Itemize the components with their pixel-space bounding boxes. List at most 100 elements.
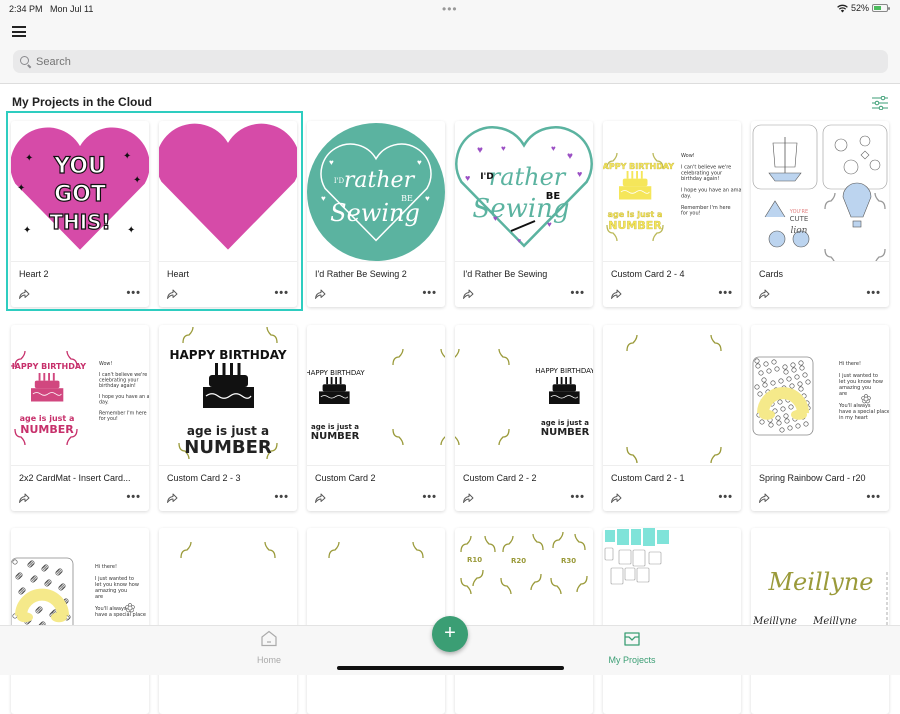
svg-text:are: are <box>95 594 103 600</box>
project-thumbnail[interactable]: HAPPY BIRTHDAY age is just a NUMBER Wow!… <box>11 325 149 466</box>
project-card[interactable]: I'D rather BE Sewing ♥ ♥ ♥ ♥ I'd Rather Be Sew… <box>307 121 445 307</box>
more-options-button[interactable]: ••• <box>422 287 437 299</box>
project-title: Custom Card 2 - 3 <box>167 473 241 483</box>
card-corners-artwork <box>626 334 722 464</box>
share-arrow-icon[interactable] <box>166 288 178 300</box>
plus-icon: + <box>444 622 456 644</box>
birthday-yellow-card-artwork: HAPPY BIRTHDAY age is just a NUMBER Wow!… <box>603 152 741 242</box>
project-thumbnail[interactable]: Hi there! I just wanted to let you know h… <box>751 325 889 466</box>
share-arrow-icon[interactable] <box>166 492 178 504</box>
multitasking-dots[interactable]: ••• <box>442 2 458 16</box>
svg-text:age is just a: age is just a <box>187 424 269 438</box>
project-thumbnail[interactable]: HAPPY BIRTHDAY age is just a NUMBER <box>159 325 297 466</box>
svg-text:✿: ✿ <box>125 601 135 615</box>
project-thumbnail[interactable]: HAPPY BIRTHDAY age is just a NUMBER <box>307 325 445 466</box>
share-arrow-icon[interactable] <box>18 492 30 504</box>
svg-text:NUMBER: NUMBER <box>184 437 272 458</box>
project-thumbnail[interactable]: HAPPY BIRTHDAY age is just a NUMBER <box>455 325 593 466</box>
share-arrow-icon[interactable] <box>610 288 622 300</box>
svg-text:for you!: for you! <box>99 416 118 422</box>
svg-text:lion: lion <box>791 226 808 236</box>
home-indicator[interactable] <box>337 666 564 670</box>
svg-text:age is just a: age is just a <box>608 210 663 219</box>
project-card[interactable]: HAPPY BIRTHDAY age is just a NUMBER Cust… <box>455 325 593 511</box>
more-options-button[interactable]: ••• <box>274 287 289 299</box>
project-card[interactable]: HAPPY BIRTHDAY age is just a NUMBER Cust… <box>159 325 297 511</box>
share-arrow-icon[interactable] <box>758 492 770 504</box>
svg-text:♥: ♥ <box>551 144 556 153</box>
home-icon <box>261 630 277 647</box>
more-options-button[interactable]: ••• <box>274 491 289 503</box>
project-card[interactable] <box>307 528 445 714</box>
tab-home[interactable]: Home <box>248 630 290 665</box>
svg-text:✦: ✦ <box>23 225 31 236</box>
svg-text:celebrating your: celebrating your <box>99 378 138 384</box>
share-arrow-icon[interactable] <box>462 492 474 504</box>
project-card[interactable]: HAPPY BIRTHDAY age is just a NUMBER Wow!… <box>603 121 741 307</box>
svg-text:GOT: GOT <box>54 182 106 207</box>
svg-text:age is just a: age is just a <box>20 414 75 423</box>
project-card[interactable]: YOU GOT THIS! ✦ ✦ ✦ ✦ ✦ ✦ Heart 2 ••• <box>11 121 149 307</box>
share-arrow-icon[interactable] <box>462 288 474 300</box>
more-options-button[interactable]: ••• <box>126 491 141 503</box>
more-options-button[interactable]: ••• <box>422 491 437 503</box>
svg-text:HAPPY BIRTHDAY: HAPPY BIRTHDAY <box>535 367 593 375</box>
project-title: I'd Rather Be Sewing <box>463 269 548 279</box>
svg-text:are: are <box>839 391 847 397</box>
more-options-button[interactable]: ••• <box>866 287 881 299</box>
project-thumbnail[interactable]: HAPPY BIRTHDAY age is just a NUMBER Wow!… <box>603 121 741 262</box>
more-options-button[interactable]: ••• <box>866 491 881 503</box>
project-card[interactable]: Heart ••• <box>159 121 297 307</box>
sliders-filter-icon[interactable] <box>872 96 888 110</box>
project-card[interactable]: Hi there! I just wanted to let you know h… <box>11 528 149 714</box>
tab-my-projects-label: My Projects <box>608 655 656 665</box>
heart-you-got-this-artwork: YOU GOT THIS! ✦ ✦ ✦ ✦ ✦ ✦ <box>11 127 149 250</box>
project-card[interactable]: Custom Card 2 - 1 ••• <box>603 325 741 511</box>
more-options-button[interactable]: ••• <box>570 287 585 299</box>
project-card[interactable]: HAPPY BIRTHDAY age is just a NUMBER Cust… <box>307 325 445 511</box>
project-thumbnail[interactable] <box>159 121 297 262</box>
svg-text:NUMBER: NUMBER <box>20 423 74 436</box>
share-arrow-icon[interactable] <box>610 492 622 504</box>
more-options-button[interactable]: ••• <box>126 287 141 299</box>
more-options-button[interactable]: ••• <box>570 491 585 503</box>
svg-text:I can't believe we're: I can't believe we're <box>99 372 147 378</box>
svg-text:♥: ♥ <box>425 194 430 203</box>
project-card[interactable]: Meillyne Meillyne Meillyne <box>751 528 889 714</box>
status-bar: 2:34 PM Mon Jul 11 ••• 52% <box>0 0 900 18</box>
svg-text:NUMBER: NUMBER <box>311 431 360 442</box>
svg-text:Sewing: Sewing <box>330 199 420 227</box>
share-arrow-icon[interactable] <box>758 288 770 300</box>
hamburger-menu-icon[interactable] <box>12 26 26 40</box>
project-card[interactable]: R10 R20 R30 <box>455 528 593 714</box>
project-thumbnail[interactable]: rather Sewing I'D BE ♥ ♥ ♥ ♥ ♥ ♥ ♥ ♥ ♥ <box>455 121 593 262</box>
project-title: Custom Card 2 - 1 <box>611 473 685 483</box>
project-card[interactable]: rather Sewing I'D BE ♥ ♥ ♥ ♥ ♥ ♥ ♥ ♥ ♥ I'd Rather… <box>455 121 593 307</box>
project-thumbnail[interactable]: YOU'RE CUTE lion <box>751 121 889 262</box>
svg-text:♥: ♥ <box>577 169 582 179</box>
project-card[interactable]: YOU'RE CUTE lion Cards ••• <box>751 121 889 307</box>
project-title: Custom Card 2 - 4 <box>611 269 685 279</box>
share-arrow-icon[interactable] <box>18 288 30 300</box>
battery-percent: 52% <box>850 3 869 13</box>
project-title: 2x2 CardMat - Insert Card... <box>19 473 131 483</box>
birthday-black-left-artwork: HAPPY BIRTHDAY age is just a NUMBER <box>307 348 445 446</box>
search-input[interactable] <box>36 55 836 68</box>
svg-text:HAPPY BIRTHDAY: HAPPY BIRTHDAY <box>307 369 365 377</box>
project-card[interactable] <box>159 528 297 714</box>
new-project-button[interactable]: + <box>432 616 468 652</box>
more-options-button[interactable]: ••• <box>718 491 733 503</box>
share-arrow-icon[interactable] <box>314 288 326 300</box>
project-card[interactable]: HAPPY BIRTHDAY age is just a NUMBER Wow!… <box>11 325 149 511</box>
project-card[interactable]: Hi there! I just wanted to let you know h… <box>751 325 889 511</box>
project-thumbnail[interactable]: YOU GOT THIS! ✦ ✦ ✦ ✦ ✦ ✦ <box>11 121 149 262</box>
search-bar[interactable] <box>13 50 888 73</box>
project-thumbnail[interactable] <box>603 325 741 466</box>
project-thumbnail[interactable]: I'D rather BE Sewing ♥ ♥ ♥ ♥ <box>307 121 445 262</box>
svg-text:Remember I'm here: Remember I'm here <box>99 411 147 417</box>
tab-my-projects[interactable]: My Projects <box>597 630 667 665</box>
project-card[interactable] <box>603 528 741 714</box>
svg-text:NUMBER: NUMBER <box>541 427 590 438</box>
more-options-button[interactable]: ••• <box>718 287 733 299</box>
share-arrow-icon[interactable] <box>314 492 326 504</box>
